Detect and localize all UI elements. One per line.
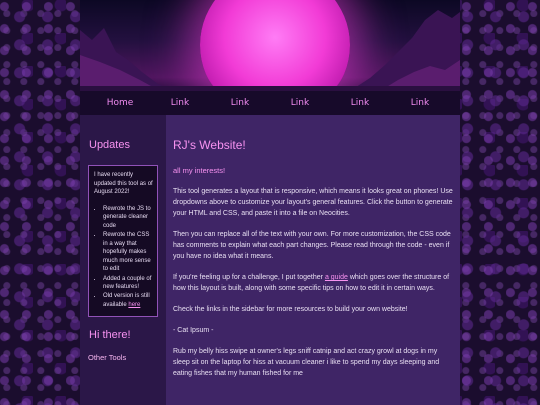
old-version-text: Old version is still available	[103, 293, 150, 308]
nav-link-4[interactable]: Link	[335, 98, 385, 108]
other-tools-heading: Other Tools	[88, 352, 127, 362]
nav-home-link[interactable]: Home	[95, 98, 145, 108]
guide-link[interactable]: a guide	[325, 274, 348, 281]
nav-link-5[interactable]: Link	[395, 98, 445, 108]
updates-box: I have recently updated this tool as of …	[88, 165, 158, 317]
updates-list-item: Added a couple of new features!	[103, 275, 153, 292]
sidebar: Updates I have recently updated this too…	[80, 115, 166, 405]
nav-link-1[interactable]: Link	[155, 98, 205, 108]
updates-heading: Updates	[89, 139, 130, 151]
updates-list-item: Rewrote the JS to generate cleaner code	[103, 205, 153, 231]
paragraph-cat-ipsum: Rub my belly hiss swipe at owner's legs …	[173, 348, 440, 377]
paragraph-guide: If you're feeling up for a challenge, I …	[173, 272, 454, 294]
page-container: Home Link Link Link Link Link Updates I …	[80, 0, 460, 405]
updates-list-item: Rewrote the CSS in a way that hopefully …	[103, 231, 153, 274]
page-title: RJ's Website!	[173, 138, 246, 152]
paragraph-intro: This tool generates a layout that is res…	[173, 188, 453, 217]
top-navigation: Home Link Link Link Link Link	[80, 91, 460, 115]
paragraph-sidebar-links: Check the links in the sidebar for more …	[173, 306, 408, 313]
updates-list-item: Old version is still available here	[103, 292, 153, 309]
guide-text-before: If you're feeling up for a challenge, I …	[173, 274, 325, 281]
paragraph-customization: Then you can replace all of the text wit…	[173, 231, 451, 260]
hi-there-heading: Hi there!	[89, 328, 131, 341]
header-banner	[80, 0, 460, 91]
updates-intro: I have recently updated this tool as of …	[94, 172, 153, 196]
old-version-link[interactable]: here	[128, 302, 140, 308]
mountains-graphic	[80, 10, 460, 91]
nav-link-2[interactable]: Link	[215, 98, 265, 108]
nav-link-3[interactable]: Link	[275, 98, 325, 108]
page-subtitle: all my interests!	[173, 166, 226, 175]
cat-ipsum-heading: - Cat Ipsum -	[173, 327, 214, 334]
main-content: RJ's Website! all my interests! This too…	[166, 115, 460, 405]
updates-list: Rewrote the JS to generate cleaner code …	[94, 205, 153, 310]
